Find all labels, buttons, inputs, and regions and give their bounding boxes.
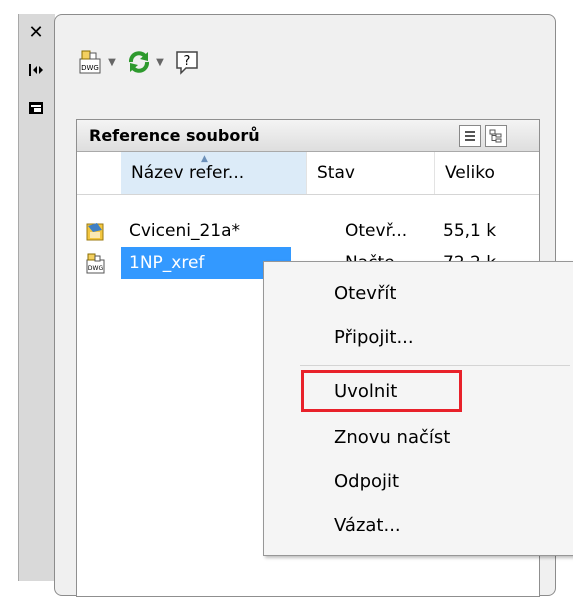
panel-title: Reference souborů: [89, 126, 260, 145]
reference-size: 55,1 k: [443, 221, 497, 241]
refresh-button[interactable]: [124, 47, 154, 77]
menu-item-reload[interactable]: Znovu načíst: [334, 418, 450, 458]
highlight-annotation-box: [301, 370, 462, 412]
attach-dropdown-arrow[interactable]: ▼: [106, 47, 118, 77]
drawing-icon: [86, 223, 104, 241]
dwg-xref-icon: DWG: [86, 253, 105, 274]
help-icon: ?: [176, 51, 198, 75]
svg-text:DWG: DWG: [88, 265, 104, 272]
refresh-dropdown-arrow[interactable]: ▼: [154, 47, 166, 77]
menu-item-bind[interactable]: Vázat...: [334, 506, 401, 546]
help-button[interactable]: ?: [172, 47, 202, 77]
reference-status: Otevř...: [345, 221, 408, 241]
panel-header: Reference souborů: [77, 120, 539, 152]
attach-dwg-button[interactable]: DWG: [76, 47, 106, 77]
list-view-icon: [465, 131, 475, 141]
attach-dwg-icon: DWG: [79, 50, 101, 74]
table-row[interactable]: Cviceni_21a* Otevř... 55,1 k: [77, 215, 539, 247]
column-header-name[interactable]: ▲ Název refer...: [121, 152, 306, 194]
tree-view-button[interactable]: [485, 125, 507, 147]
menu-separator: [300, 365, 570, 366]
close-icon[interactable]: ✕: [25, 22, 47, 43]
svg-text:DWG: DWG: [81, 64, 99, 72]
column-header-status[interactable]: Stav: [306, 152, 434, 194]
sort-ascending-icon: ▲: [201, 154, 208, 164]
column-header-size[interactable]: Veliko: [434, 152, 544, 194]
svg-text:?: ?: [184, 54, 191, 69]
toolbar: DWG ▼ ▼ ?: [76, 47, 202, 77]
menu-item-open[interactable]: Otevřít: [334, 274, 396, 314]
properties-icon[interactable]: [25, 98, 47, 118]
palette-title-strip: ✕: [18, 14, 55, 581]
menu-item-detach[interactable]: Odpojit: [334, 462, 399, 502]
autohide-icon[interactable]: [25, 60, 47, 80]
column-header-row: ▲ Název refer... Stav Veliko: [77, 152, 539, 195]
refresh-icon: [129, 51, 149, 73]
reference-name: Cviceni_21a*: [129, 221, 241, 241]
menu-item-attach[interactable]: Připojit...: [334, 318, 414, 358]
list-view-button[interactable]: [459, 125, 481, 147]
tree-view-icon: [489, 129, 502, 143]
